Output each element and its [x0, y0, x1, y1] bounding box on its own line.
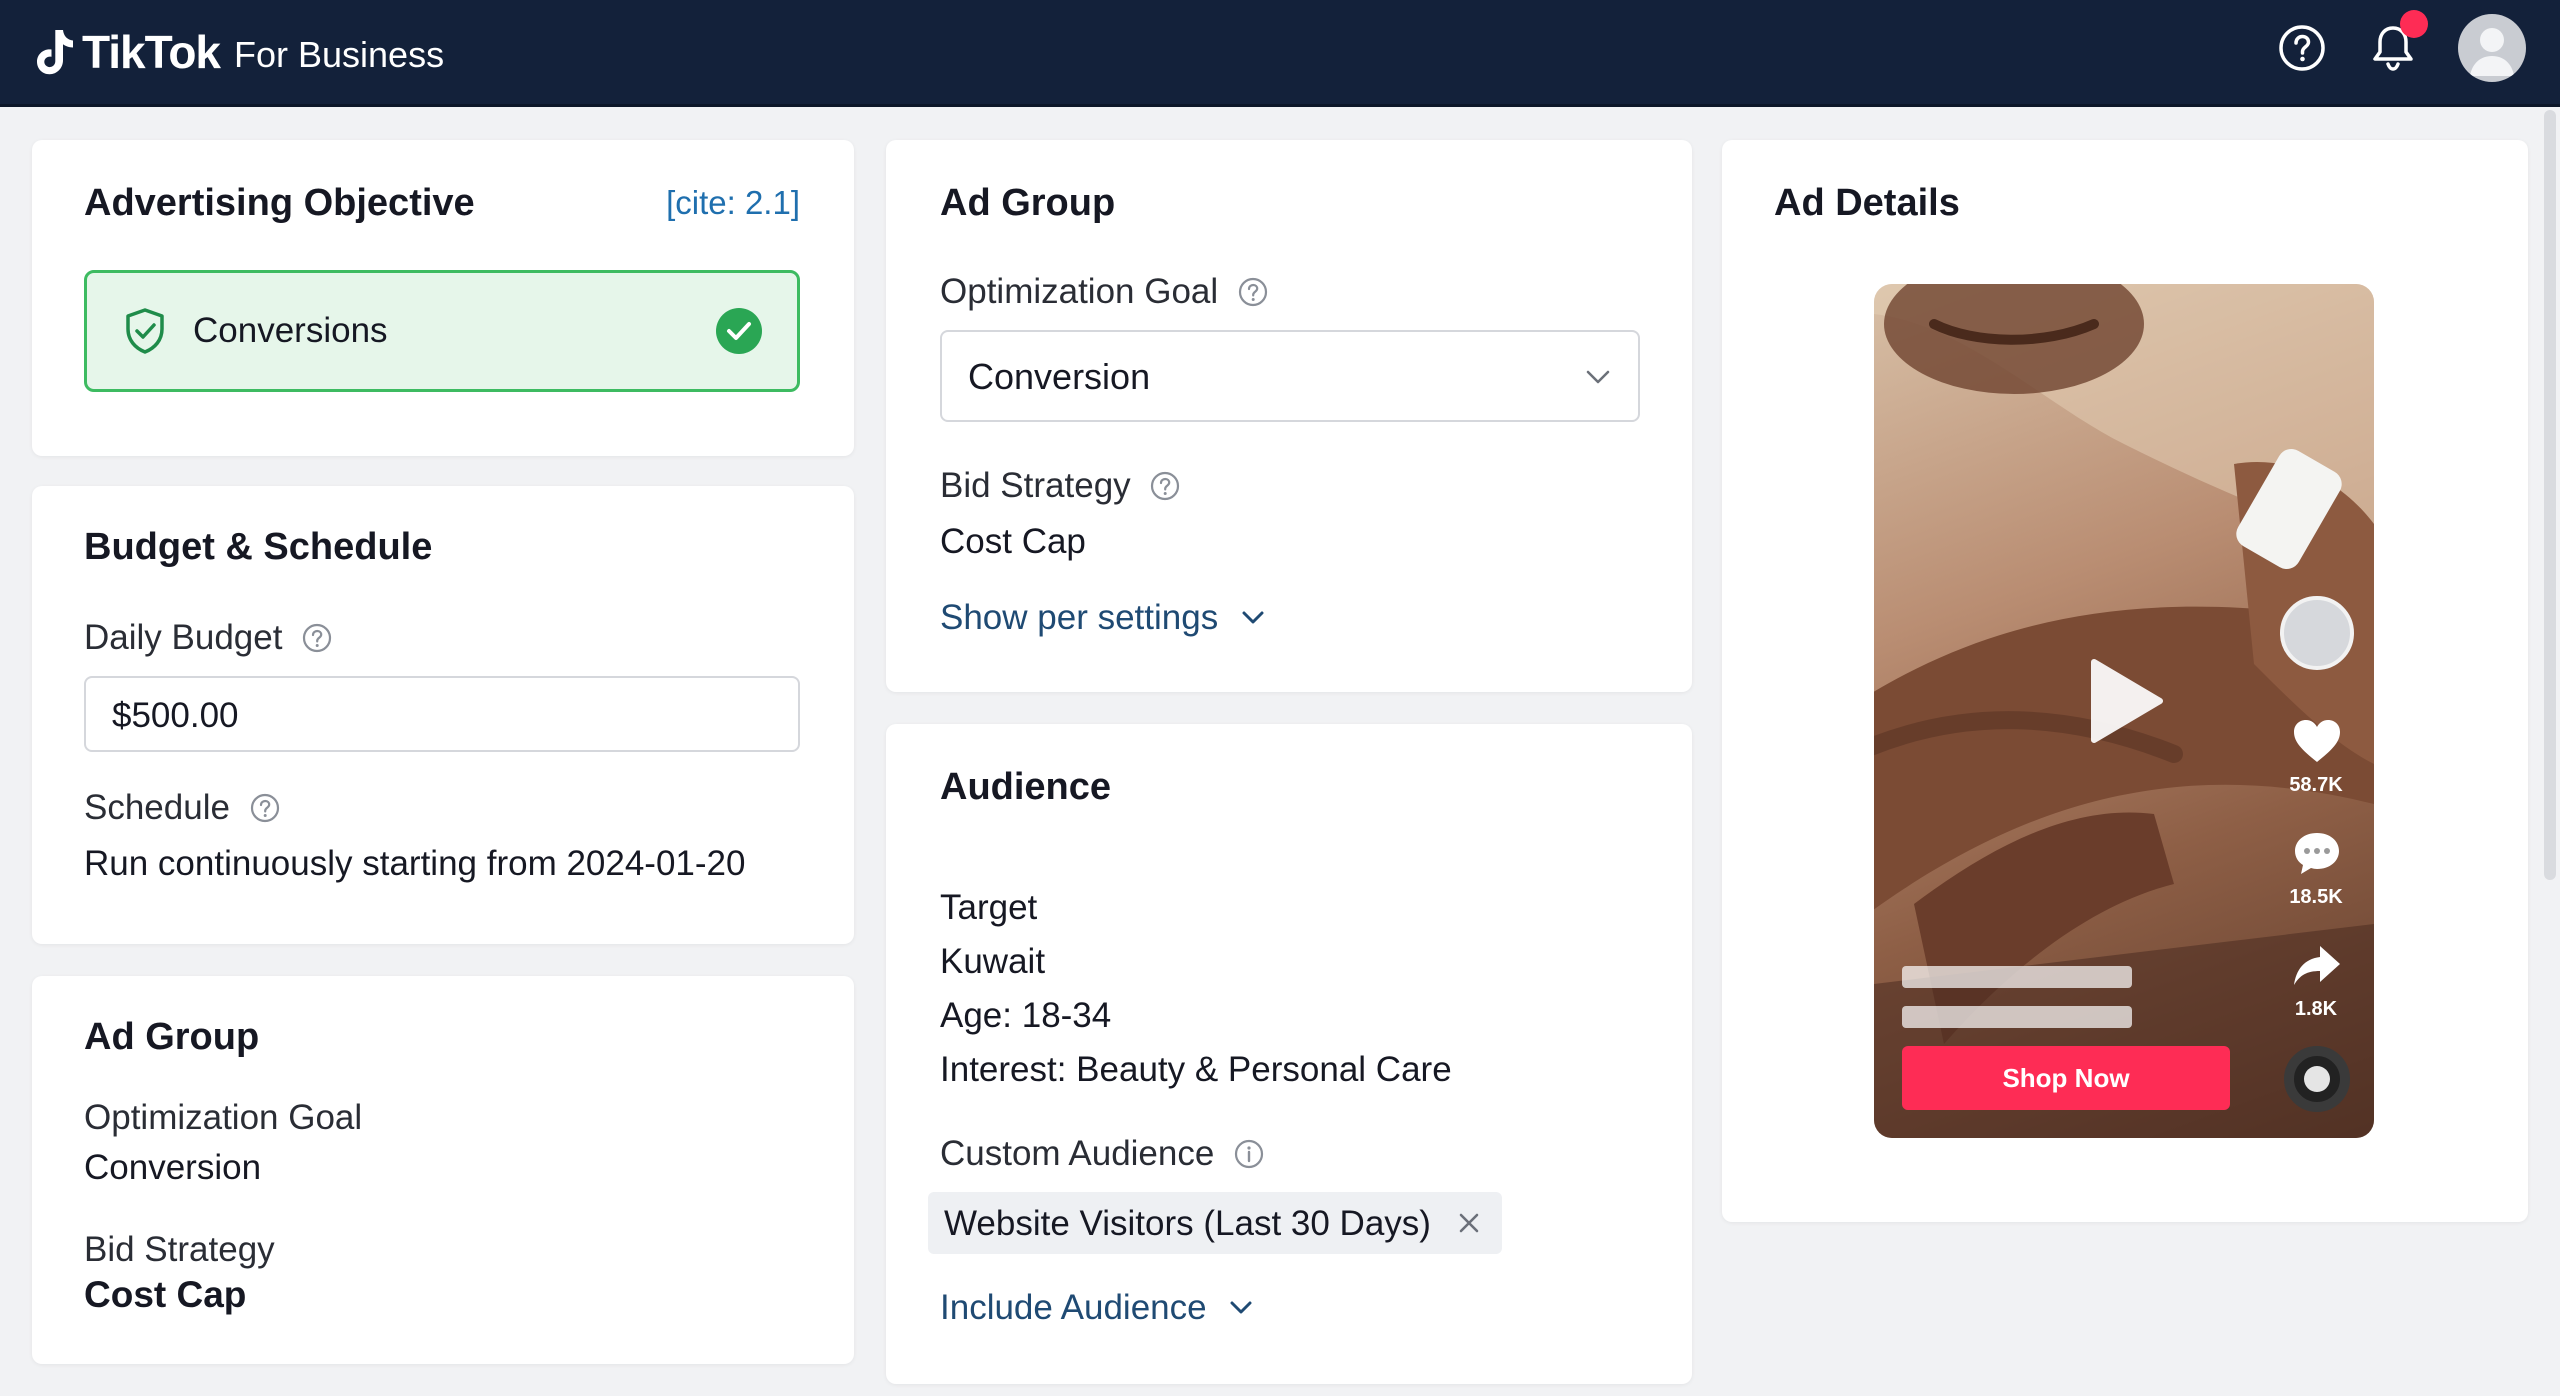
comments-count: 18.5K: [2289, 886, 2343, 908]
card-title: Audience: [940, 766, 1112, 808]
shield-icon: [126, 308, 164, 354]
ad-video-preview[interactable]: 58.7K 18.5K 1.8K Shop Now: [1874, 284, 2374, 1138]
audience-card: Audience Target Kuwait Age: 18-34 Intere…: [886, 724, 1692, 1384]
daily-budget-value: $500.00: [112, 696, 239, 735]
target-label: Target: [940, 888, 1038, 927]
optimization-goal-label: Optimization Goal: [940, 272, 1268, 312]
brand-name: TikTok: [82, 26, 221, 78]
bid-strategy-value: Cost Cap: [940, 522, 1086, 561]
page-scrollbar[interactable]: [2544, 110, 2556, 880]
objective-label: Conversions: [193, 311, 388, 350]
schedule-value: Run continuously starting from 2024-01-2…: [84, 844, 746, 883]
comment-icon[interactable]: [2292, 830, 2342, 876]
likes-count: 58.7K: [2289, 774, 2343, 796]
custom-audience-label: Custom Audience: [940, 1134, 1264, 1174]
user-silhouette-icon: [2470, 28, 2514, 76]
bid-strategy-label-text: Bid Strategy: [940, 466, 1131, 505]
include-audience-toggle[interactable]: Include Audience: [940, 1288, 1252, 1328]
close-icon[interactable]: [1458, 1212, 1480, 1234]
chevron-down-icon: [1230, 1301, 1252, 1314]
brand-subtitle: For Business: [234, 34, 445, 75]
budget-schedule-card: Budget & Schedule Daily Budget $500.00 S…: [32, 486, 854, 944]
check-circle-icon: [716, 308, 762, 354]
card-title: Budget & Schedule: [84, 526, 433, 568]
optimization-goal-selected: Conversion: [968, 356, 1151, 397]
creator-avatar[interactable]: [2280, 596, 2354, 670]
heart-icon[interactable]: [2292, 718, 2342, 764]
custom-audience-chip[interactable]: Website Visitors (Last 30 Days): [928, 1192, 1502, 1254]
help-circle-icon[interactable]: [250, 793, 280, 823]
card-title: Ad Details: [1774, 182, 1960, 224]
optimization-goal-label: Optimization Goal: [84, 1098, 363, 1137]
tiktok-note-icon: [37, 30, 73, 75]
info-circle-icon[interactable]: [1234, 1139, 1264, 1169]
custom-audience-chip-label: Website Visitors (Last 30 Days): [944, 1204, 1431, 1243]
share-icon[interactable]: [2292, 942, 2342, 988]
chevron-down-icon: [1242, 611, 1264, 624]
optimization-goal-label-text: Optimization Goal: [940, 272, 1219, 311]
daily-budget-input[interactable]: $500.00: [84, 676, 800, 752]
optimization-goal-select[interactable]: Conversion: [940, 330, 1640, 422]
schedule-label-text: Schedule: [84, 788, 230, 827]
target-age: Age: 18-34: [940, 996, 1112, 1035]
citation-link[interactable]: [cite: 2.1]: [666, 184, 800, 222]
custom-audience-label-text: Custom Audience: [940, 1134, 1215, 1173]
caption-placeholder-line: [1902, 1006, 2132, 1028]
help-circle-icon[interactable]: [302, 623, 332, 653]
bid-strategy-value: Cost Cap: [84, 1274, 247, 1315]
target-location: Kuwait: [940, 942, 1046, 981]
ad-group-card: Ad Group Optimization Goal Conversion Bi…: [886, 140, 1692, 692]
play-icon[interactable]: [2086, 656, 2166, 746]
user-avatar[interactable]: [2458, 14, 2526, 82]
objective-option-conversions[interactable]: Conversions: [84, 270, 800, 392]
show-settings-toggle[interactable]: Show per settings: [940, 598, 1264, 638]
daily-budget-label-text: Daily Budget: [84, 618, 283, 657]
tiktok-for-business-logo[interactable]: TikTok For Business: [34, 22, 444, 82]
music-disc-icon[interactable]: [2284, 1046, 2350, 1112]
card-title: Ad Group: [84, 1016, 260, 1058]
top-navigation-bar: TikTok For Business: [0, 0, 2560, 107]
ad-group-summary-card: Ad Group Optimization Goal Conversion Bi…: [32, 976, 854, 1364]
optimization-goal-value: Conversion: [84, 1148, 262, 1187]
advertising-objective-card: Advertising Objective [cite: 2.1] Conver…: [32, 140, 854, 456]
show-settings-label: Show per settings: [940, 598, 1219, 637]
help-icon[interactable]: [2278, 24, 2326, 72]
bid-strategy-label: Bid Strategy: [84, 1230, 275, 1269]
include-audience-label: Include Audience: [940, 1288, 1207, 1327]
target-interest: Interest: Beauty & Personal Care: [940, 1050, 1452, 1089]
shop-now-button[interactable]: Shop Now: [1902, 1046, 2230, 1110]
help-circle-icon[interactable]: [1150, 471, 1180, 501]
schedule-label: Schedule: [84, 788, 280, 828]
caption-placeholder-line: [1902, 966, 2132, 988]
chevron-down-icon: [1586, 370, 1610, 384]
daily-budget-label: Daily Budget: [84, 618, 332, 658]
card-title: Advertising Objective: [84, 182, 475, 224]
bid-strategy-label: Bid Strategy: [940, 466, 1180, 506]
shares-count: 1.8K: [2294, 998, 2338, 1020]
notification-badge: [2400, 10, 2428, 38]
card-title: Ad Group: [940, 182, 1116, 224]
help-circle-icon[interactable]: [1238, 277, 1268, 307]
